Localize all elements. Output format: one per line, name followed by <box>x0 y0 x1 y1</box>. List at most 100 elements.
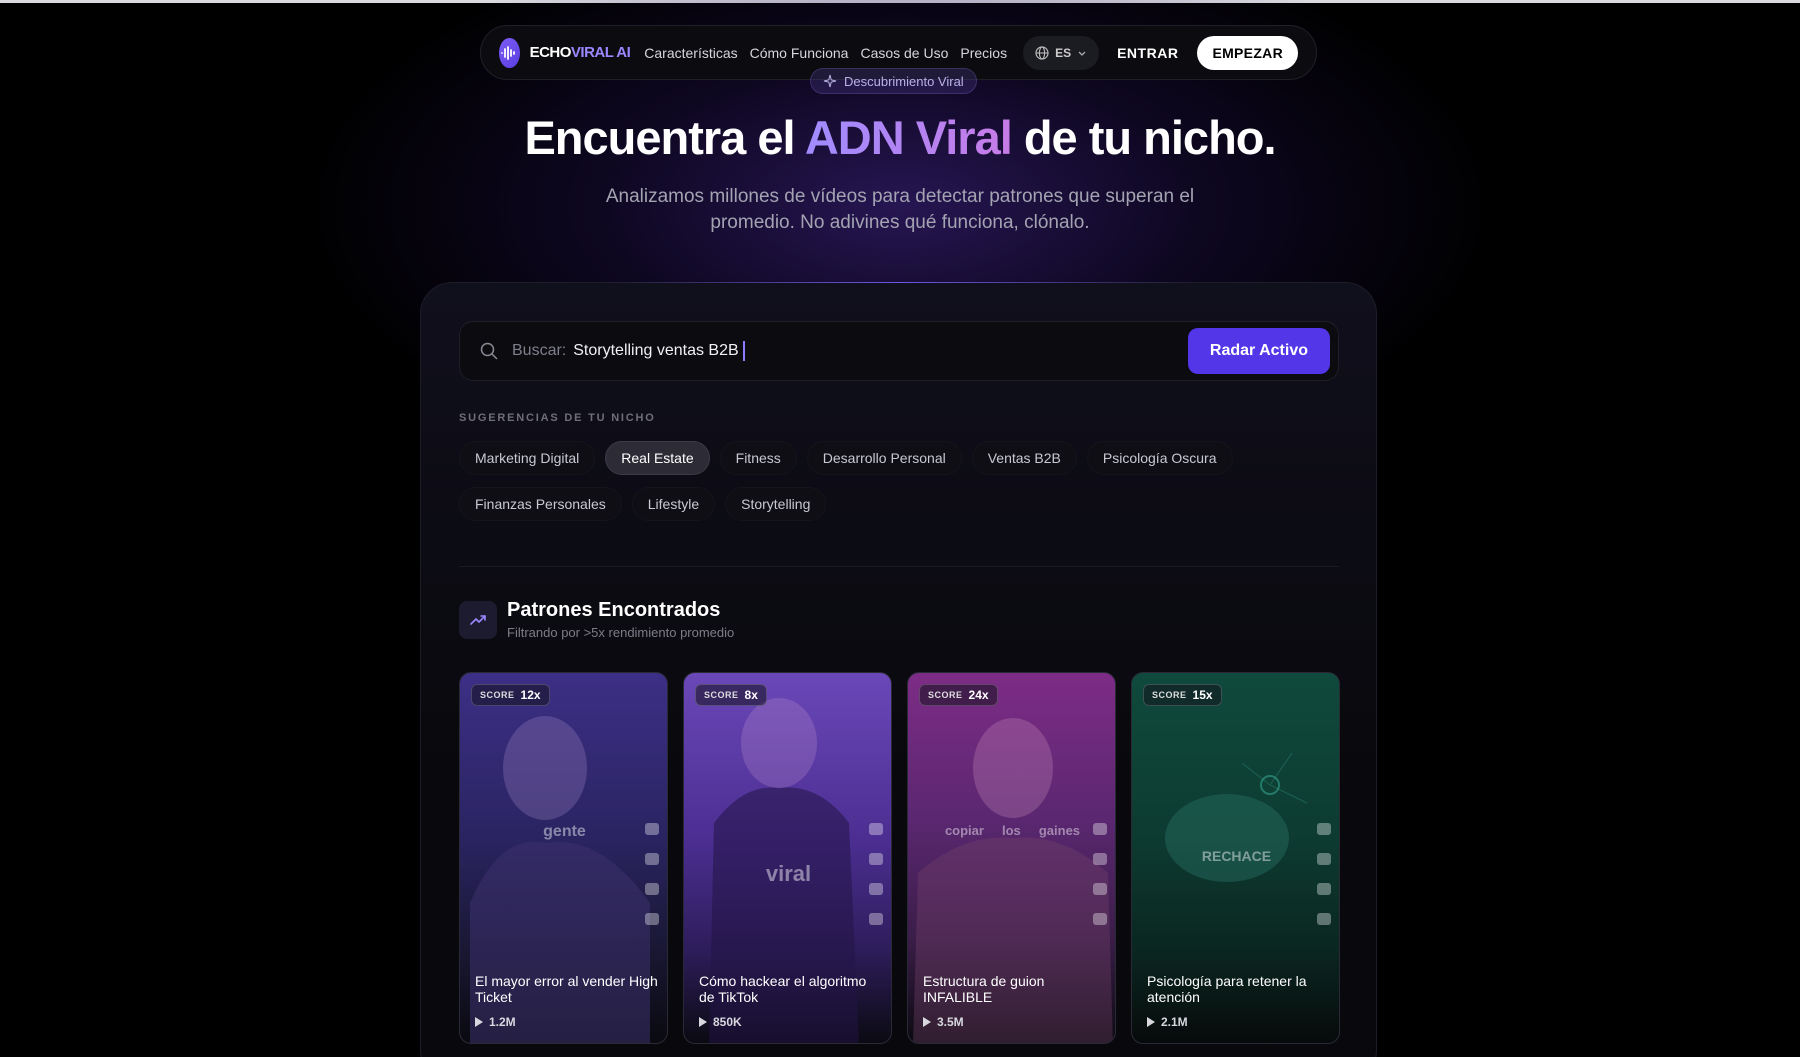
logo-text-viral-ai: VIRAL AI <box>570 44 631 61</box>
play-icon <box>475 1017 483 1027</box>
suggestions-title: SUGERENCIAS DE TU NICHO <box>459 412 656 424</box>
chip-real-estate[interactable]: Real Estate <box>605 441 710 475</box>
results-title: Patrones Encontrados <box>507 599 721 621</box>
score-badge: SCORE 24x <box>919 684 998 706</box>
hero-title-highlight: ADN Viral <box>804 111 1013 164</box>
hero-title-end: de tu nicho. <box>1011 111 1277 164</box>
radar-button[interactable]: Radar Activo <box>1187 328 1330 374</box>
video-card[interactable]: SCORE 24x copiar los gaines Estructura de… <box>907 672 1116 1044</box>
video-caption-overlay: copiar los gaines <box>944 823 1081 838</box>
logo-text-echo: ECHO <box>529 44 572 61</box>
hero-subtitle: Analizamos millones de vídeos para detec… <box>605 186 1195 233</box>
video-card[interactable]: SCORE 8x viral Cómo hackear el algoritmo … <box>683 672 892 1044</box>
bookmark-icon <box>869 883 883 895</box>
score-badge: SCORE 12x <box>471 684 550 706</box>
chip-psicologia-oscura[interactable]: Psicología Oscura <box>1086 441 1233 475</box>
nav-link-precios[interactable]: Precios <box>960 45 1007 61</box>
language-selector[interactable]: ES <box>1023 35 1100 70</box>
score-label: SCORE <box>480 690 515 700</box>
share-icon <box>1317 913 1331 925</box>
login-link[interactable]: ENTRAR <box>1117 45 1178 61</box>
comment-icon <box>869 853 883 865</box>
comment-icon <box>1317 853 1331 865</box>
comment-icon <box>1093 853 1107 865</box>
score-label: SCORE <box>704 690 739 700</box>
comment-icon <box>645 853 659 865</box>
heart-icon <box>869 823 883 835</box>
score-value: 24x <box>968 688 989 702</box>
share-icon <box>869 913 883 925</box>
video-title: Psicología para retener la atención <box>1147 973 1307 1005</box>
score-value: 15x <box>1192 688 1213 702</box>
views-count: 2.1M <box>1161 1015 1188 1029</box>
score-value: 8x <box>744 688 758 702</box>
hero-badge-label: Descubrimiento Viral <box>844 73 964 89</box>
heart-icon <box>1317 823 1331 835</box>
score-label: SCORE <box>1152 690 1187 700</box>
views-count: 850K <box>713 1015 742 1029</box>
heart-icon <box>645 823 659 835</box>
hero-title: Encuentra el ADN Viral de tu nicho. <box>0 110 1800 165</box>
play-icon <box>1147 1017 1155 1027</box>
video-title: Cómo hackear el algoritmo de TikTok <box>699 973 867 1005</box>
chip-lifestyle[interactable]: Lifestyle <box>631 487 716 521</box>
video-views: 3.5M <box>923 1015 964 1029</box>
trending-up-icon <box>459 601 497 639</box>
search-bar[interactable]: Buscar: Storytelling ventas B2B Radar Ac… <box>459 321 1339 381</box>
video-card[interactable]: SCORE 15x RECHACE Psicología para retener… <box>1131 672 1340 1044</box>
bookmark-icon <box>1093 883 1107 895</box>
window-top-border <box>0 0 1800 3</box>
chip-desarrollo-personal[interactable]: Desarrollo Personal <box>806 441 962 475</box>
video-action-icons <box>869 823 883 925</box>
chip-finanzas-personales[interactable]: Finanzas Personales <box>459 487 622 521</box>
discovery-panel: Buscar: Storytelling ventas B2B Radar Ac… <box>420 282 1377 1057</box>
score-badge: SCORE 8x <box>695 684 767 706</box>
chevron-down-icon <box>1078 51 1086 56</box>
logo-wave-icon[interactable] <box>499 37 520 68</box>
nav-link-casos-de-uso[interactable]: Casos de Uso <box>860 45 948 61</box>
share-icon <box>645 913 659 925</box>
video-views: 850K <box>699 1015 742 1029</box>
start-button[interactable]: EMPEZAR <box>1197 35 1298 70</box>
chip-storytelling[interactable]: Storytelling <box>725 487 827 521</box>
globe-icon <box>1035 45 1049 60</box>
views-count: 1.2M <box>489 1015 516 1029</box>
video-title: Estructura de guion INFALIBLE <box>923 973 1045 1005</box>
results-subtitle: Filtrando por >5x rendimiento promedio <box>507 625 735 640</box>
heart-icon <box>1093 823 1107 835</box>
chip-marketing-digital[interactable]: Marketing Digital <box>459 441 596 475</box>
video-action-icons <box>1317 823 1331 925</box>
share-icon <box>1093 913 1107 925</box>
search-input[interactable]: Storytelling ventas B2B <box>573 342 738 360</box>
search-icon <box>480 342 498 360</box>
video-views: 1.2M <box>475 1015 516 1029</box>
language-code: ES <box>1055 45 1072 60</box>
video-caption-overlay: viral <box>765 861 812 886</box>
logo-text[interactable]: ECHOVIRAL AI <box>530 44 631 61</box>
text-cursor <box>742 341 745 361</box>
nav-link-como-funciona[interactable]: Cómo Funciona <box>750 45 849 61</box>
views-count: 3.5M <box>937 1015 964 1029</box>
nav-link-caracteristicas[interactable]: Características <box>644 45 737 61</box>
sparkle-icon <box>823 74 837 88</box>
hero-title-start: Encuentra el <box>524 111 805 164</box>
bookmark-icon <box>1317 883 1331 895</box>
chip-fitness[interactable]: Fitness <box>719 441 797 475</box>
suggestion-chips: Marketing Digital Real Estate Fitness De… <box>459 441 1339 521</box>
play-icon <box>699 1017 707 1027</box>
video-action-icons <box>1093 823 1107 925</box>
search-label: Buscar: <box>512 342 567 359</box>
video-card[interactable]: SCORE 12x gente El mayor error al vender … <box>459 672 668 1044</box>
bookmark-icon <box>645 883 659 895</box>
play-icon <box>923 1017 931 1027</box>
hero-badge: Descubrimiento Viral <box>810 68 977 94</box>
chip-ventas-b2b[interactable]: Ventas B2B <box>971 441 1077 475</box>
score-badge: SCORE 15x <box>1143 684 1222 706</box>
section-divider <box>459 566 1339 567</box>
video-title: El mayor error al vender High Ticket <box>475 973 658 1005</box>
video-caption-overlay: gente <box>543 823 586 840</box>
video-views: 2.1M <box>1147 1015 1188 1029</box>
score-label: SCORE <box>928 690 963 700</box>
video-action-icons <box>645 823 659 925</box>
results-cards: SCORE 12x gente El mayor error al vender … <box>459 672 1340 1044</box>
